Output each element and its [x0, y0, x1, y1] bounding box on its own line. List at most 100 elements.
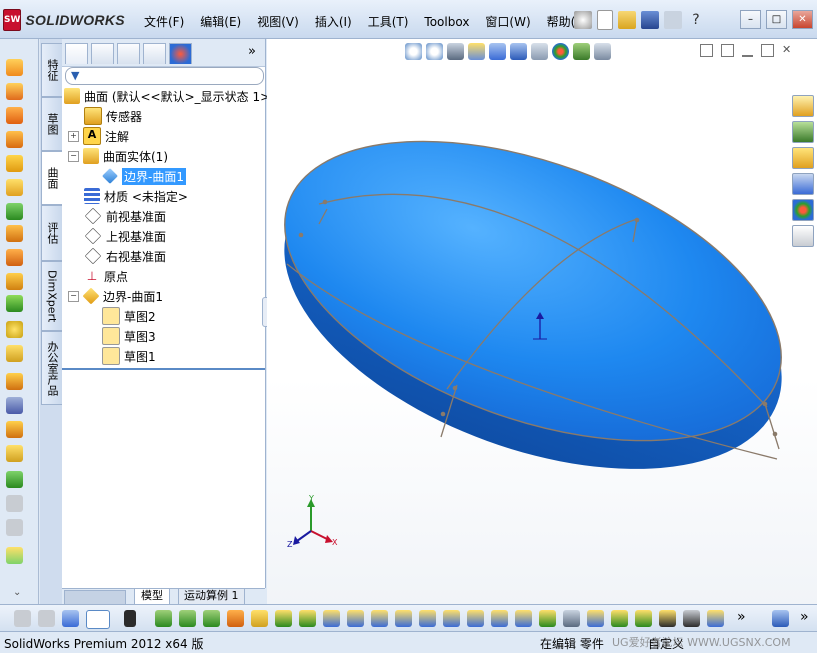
filter-dimensions-icon[interactable] — [443, 610, 460, 627]
filter-faces-icon[interactable] — [203, 610, 220, 627]
filter-geometric-tolerance-icon[interactable] — [491, 610, 508, 627]
menu-insert[interactable]: 插入(I) — [307, 12, 360, 32]
filter-toolbar-icon[interactable] — [14, 610, 31, 627]
delete-face-icon[interactable] — [6, 321, 23, 338]
viewport-split-icon[interactable] — [700, 44, 713, 57]
save-icon[interactable] — [641, 11, 659, 29]
property-manager-tab-icon[interactable] — [91, 43, 114, 64]
filter-sketch-points-icon[interactable] — [323, 610, 340, 627]
clear-filters-icon[interactable] — [62, 610, 79, 627]
viewport-link-icon[interactable] — [721, 44, 734, 57]
search-commands-icon[interactable] — [574, 11, 592, 29]
expand-icon[interactable]: + — [68, 130, 79, 142]
previous-view-icon[interactable] — [447, 43, 464, 60]
replace-face-icon[interactable] — [6, 345, 23, 362]
viewport-close-icon[interactable]: ✕ — [782, 44, 791, 57]
surface-flatten-icon[interactable] — [6, 273, 23, 290]
rollback-bar[interactable] — [62, 368, 265, 370]
tree-root[interactable]: 曲面 (默认<<默认>_显示状态 1>) — [64, 86, 275, 106]
new-document-icon[interactable] — [597, 10, 613, 30]
menu-tools[interactable]: 工具(T) — [360, 12, 417, 32]
planar-surface-icon[interactable] — [6, 203, 23, 220]
filter-connection-points-icon[interactable] — [659, 610, 676, 627]
fillet-icon[interactable] — [6, 295, 23, 312]
minimize-button[interactable]: – — [740, 10, 761, 29]
filter-solid-bodies-icon[interactable] — [251, 610, 268, 627]
view-palette-icon[interactable] — [792, 173, 814, 195]
model-viewport[interactable] — [267, 39, 817, 604]
dimxpert-manager-tab-icon[interactable] — [143, 43, 166, 64]
restore-button[interactable]: □ — [766, 10, 787, 29]
feature-tree-tab-icon[interactable] — [65, 43, 88, 64]
tab-sketch[interactable]: 草图 — [41, 97, 62, 151]
apply-scene-icon[interactable] — [573, 43, 590, 60]
filter-surface-bodies-icon[interactable] — [227, 610, 244, 627]
lofted-surface-icon[interactable] — [6, 131, 23, 148]
tree-item-surface-bodies[interactable]: − 曲面实体(1) — [68, 146, 168, 166]
tab-office-products[interactable]: 办公室产品 — [41, 331, 62, 405]
close-button[interactable]: ✕ — [792, 10, 813, 29]
filter-datum-targets-icon[interactable] — [587, 610, 604, 627]
filter-planes-icon[interactable] — [299, 610, 316, 627]
custom-properties-icon[interactable] — [792, 225, 814, 247]
feature-tree-filter-input[interactable]: ▼ — [65, 67, 264, 85]
tree-item-top-plane[interactable]: 上视基准面 — [84, 226, 166, 246]
tab-model[interactable]: 模型 — [134, 589, 170, 605]
cut-with-surface-icon[interactable] — [6, 519, 23, 536]
tree-item-front-plane[interactable]: 前视基准面 — [84, 206, 166, 226]
open-folder-icon[interactable] — [618, 11, 636, 29]
select-arrow-icon[interactable] — [124, 610, 136, 627]
extend-surface-icon[interactable] — [6, 373, 23, 390]
filter-sketch-segments-icon[interactable] — [347, 610, 364, 627]
design-library-icon[interactable] — [792, 121, 814, 143]
filter-routing-points-icon[interactable] — [683, 610, 700, 627]
untrim-surface-icon[interactable] — [6, 421, 23, 438]
filter-vertices-icon[interactable] — [155, 610, 172, 627]
ruled-surface-icon[interactable] — [6, 249, 23, 266]
tab-features[interactable]: 特征 — [41, 43, 62, 97]
thickened-cut-icon[interactable] — [6, 495, 23, 512]
tab-scroll-arrows-icon[interactable] — [64, 590, 126, 605]
viewport-minimize-icon[interactable] — [742, 44, 753, 57]
file-explorer-icon[interactable] — [792, 147, 814, 169]
tree-item-sensors[interactable]: 传感器 — [84, 106, 142, 126]
menu-window[interactable]: 窗口(W) — [477, 12, 538, 32]
boundary-surface-icon[interactable] — [6, 155, 23, 172]
strip-more-chevron-icon[interactable]: ⌄ — [13, 587, 21, 598]
tree-item-boundary-surface-body[interactable]: 边界-曲面1 — [102, 166, 186, 186]
filter-weld-symbols-icon[interactable] — [563, 610, 580, 627]
help-icon[interactable]: ? — [687, 11, 705, 29]
toolbar-more-chevron-2[interactable]: » — [800, 609, 809, 625]
filter-center-marks-icon[interactable] — [395, 610, 412, 627]
trim-surface-icon[interactable] — [6, 397, 23, 414]
revolved-surface-icon[interactable] — [6, 83, 23, 100]
menu-toolbox[interactable]: Toolbox — [416, 12, 477, 32]
view-settings-icon[interactable] — [594, 43, 611, 60]
toolbar-more-chevron[interactable]: » — [737, 609, 746, 625]
filter-notes-icon[interactable] — [515, 610, 532, 627]
filter-blocks-icon[interactable] — [635, 610, 652, 627]
zoom-to-area-icon[interactable] — [426, 43, 443, 60]
solidworks-resources-icon[interactable] — [792, 95, 814, 117]
tree-item-sketch3[interactable]: 草图3 — [102, 326, 156, 346]
tree-item-material[interactable]: 材质 <未指定> — [84, 186, 188, 206]
filter-mesh-icon[interactable] — [707, 610, 724, 627]
freeform-icon[interactable] — [6, 547, 23, 564]
tree-item-boundary-surface-feature[interactable]: − 边界-曲面1 — [68, 286, 163, 306]
fm-more-chevron[interactable]: » — [248, 44, 256, 59]
collapse-icon[interactable]: − — [68, 290, 79, 302]
hide-show-items-icon[interactable] — [531, 43, 548, 60]
tree-item-origin[interactable]: ⊥ 原点 — [84, 266, 128, 286]
display-style-icon[interactable] — [510, 43, 527, 60]
graphics-area[interactable]: Y X Z — [267, 39, 817, 604]
tree-item-sketch1[interactable]: 草图1 — [102, 346, 156, 366]
tree-item-annotations[interactable]: + A 注解 — [68, 126, 129, 146]
select-pointer-icon[interactable] — [86, 610, 110, 629]
section-view-icon[interactable] — [468, 43, 485, 60]
collapse-icon[interactable]: − — [68, 150, 79, 162]
view-orientation-icon[interactable] — [489, 43, 506, 60]
filter-cosmetic-threads-icon[interactable] — [611, 610, 628, 627]
filter-midpoints-icon[interactable] — [371, 610, 388, 627]
edit-appearance-icon[interactable] — [552, 43, 569, 60]
print-icon[interactable] — [664, 11, 682, 29]
